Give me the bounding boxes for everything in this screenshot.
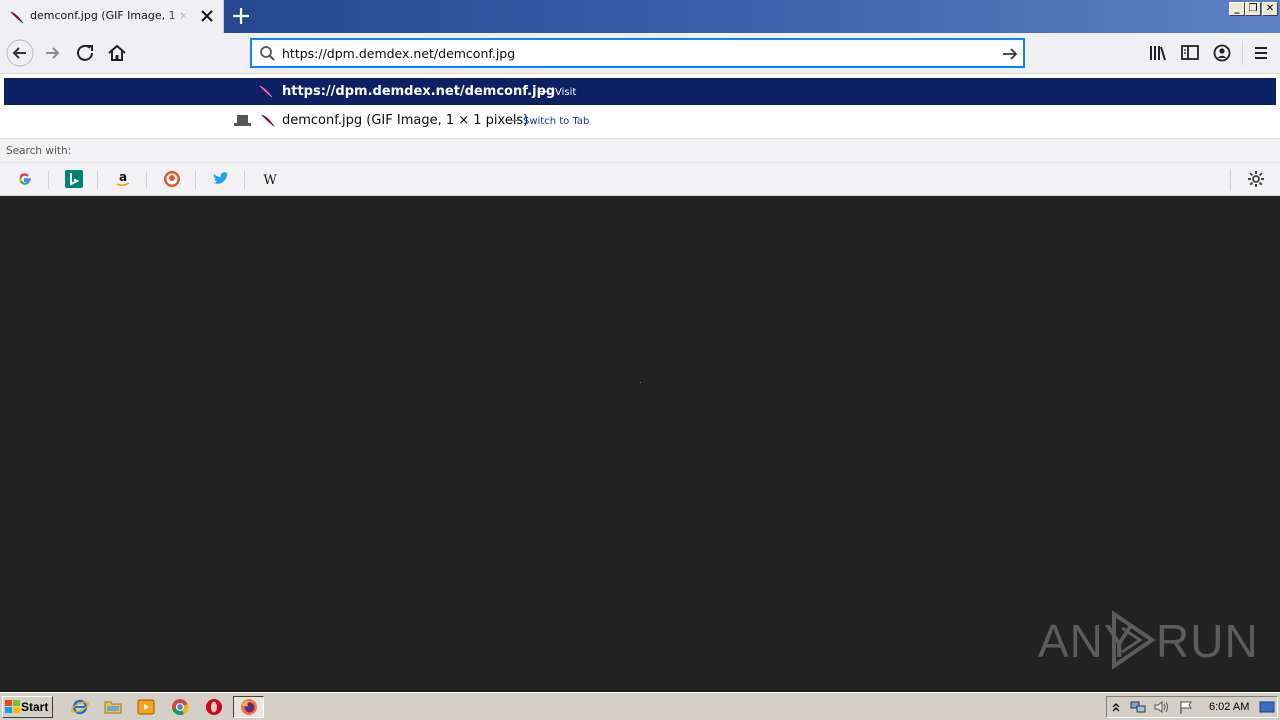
toolbar-divider xyxy=(1242,41,1243,65)
tab-title: demconf.jpg (GIF Image, 1 × 1 pixels) xyxy=(30,9,190,22)
home-button-icon[interactable] xyxy=(103,39,131,67)
engine-divider xyxy=(97,171,98,189)
twitter-icon[interactable] xyxy=(212,170,230,188)
one-pixel-image xyxy=(640,382,641,383)
feather-favicon-icon xyxy=(261,114,275,127)
navigation-toolbar: https://dpm.demdex.net/demconf.jpg xyxy=(0,33,1280,74)
autocomplete-url-text: https://dpm.demdex.net/demconf.jpg xyxy=(282,84,556,99)
search-settings-gear-icon[interactable] xyxy=(1247,170,1265,188)
anyrun-watermark: ANY RUN xyxy=(1038,610,1258,670)
minimize-button[interactable]: _ xyxy=(1229,2,1245,16)
media-player-icon[interactable] xyxy=(137,698,155,716)
tab-strip: demconf.jpg (GIF Image, 1 × 1 pixels) _ … xyxy=(0,0,1280,33)
account-icon[interactable] xyxy=(1212,43,1232,63)
action-center-flag-icon[interactable] xyxy=(1177,699,1195,715)
go-arrow-icon[interactable] xyxy=(1001,45,1019,63)
google-icon[interactable] xyxy=(16,170,34,188)
chrome-icon[interactable] xyxy=(171,698,189,716)
search-icon xyxy=(260,46,275,61)
feather-favicon-icon xyxy=(259,85,273,98)
hamburger-menu-icon[interactable] xyxy=(1252,44,1270,62)
windows-taskbar: Start 6:02 AM xyxy=(0,692,1280,720)
engine-divider xyxy=(48,171,49,189)
bing-icon[interactable] xyxy=(65,170,83,188)
back-button-icon[interactable] xyxy=(6,39,34,67)
engine-divider xyxy=(195,171,196,189)
close-tab-icon[interactable] xyxy=(199,8,215,24)
taskbar-clock[interactable]: 6:02 AM xyxy=(1209,701,1249,713)
start-button[interactable]: Start xyxy=(2,696,53,718)
search-with-bar: Search with: xyxy=(0,138,1280,162)
wikipedia-icon[interactable]: W xyxy=(261,170,279,188)
svg-text:a: a xyxy=(119,170,127,184)
show-hidden-icons-chevron-icon[interactable] xyxy=(1111,701,1121,713)
volume-icon[interactable] xyxy=(1153,699,1171,715)
reload-button-icon[interactable] xyxy=(71,39,99,67)
autocomplete-separator: — xyxy=(537,84,550,99)
engine-divider xyxy=(1230,169,1231,191)
sidebar-toggle-icon[interactable] xyxy=(1180,44,1200,62)
autocomplete-action-visit: Visit xyxy=(555,87,577,98)
engine-divider xyxy=(244,171,245,189)
opera-icon[interactable] xyxy=(205,698,223,716)
url-input[interactable]: https://dpm.demdex.net/demconf.jpg xyxy=(282,46,515,61)
autocomplete-tab-title[interactable]: demconf.jpg (GIF Image, 1 × 1 pixels) xyxy=(282,113,528,128)
duckduckgo-icon[interactable] xyxy=(163,170,181,188)
amazon-icon[interactable]: a xyxy=(114,170,132,188)
svg-text:W: W xyxy=(263,173,277,188)
autocomplete-separator: — xyxy=(507,113,520,128)
start-label: Start xyxy=(21,700,49,714)
system-tray xyxy=(1106,696,1278,718)
url-autocomplete-popup: https://dpm.demdex.net/demconf.jpg — Vis… xyxy=(0,74,1280,196)
firefox-icon xyxy=(241,699,257,715)
autocomplete-row-visit[interactable]: https://dpm.demdex.net/demconf.jpg — Vis… xyxy=(4,78,1276,105)
watermark-run-text: RUN xyxy=(1156,615,1259,667)
close-window-button[interactable]: ✕ xyxy=(1262,2,1278,16)
file-explorer-icon[interactable] xyxy=(104,698,122,716)
taskbar-firefox-active[interactable] xyxy=(233,696,264,718)
url-bar[interactable]: https://dpm.demdex.net/demconf.jpg xyxy=(250,38,1025,68)
feather-favicon-icon xyxy=(10,11,24,24)
network-icon[interactable] xyxy=(1129,699,1147,715)
tab-demconf[interactable]: demconf.jpg (GIF Image, 1 × 1 pixels) xyxy=(0,0,224,33)
library-icon[interactable] xyxy=(1148,44,1168,62)
play-logo-icon xyxy=(1112,610,1156,670)
show-desktop-icon[interactable] xyxy=(1258,699,1276,715)
windows-logo-icon xyxy=(5,700,20,713)
autocomplete-action-switch-tab[interactable]: Switch to Tab xyxy=(523,116,589,127)
restore-button[interactable]: ❐ xyxy=(1245,2,1261,16)
internet-explorer-icon[interactable] xyxy=(71,698,89,716)
one-off-search-engines: a W xyxy=(0,162,1280,196)
open-tab-indicator-icon xyxy=(234,115,251,126)
forward-button-icon[interactable] xyxy=(39,39,67,67)
search-with-label: Search with: xyxy=(6,145,72,157)
engine-divider xyxy=(146,171,147,189)
new-tab-plus-icon[interactable] xyxy=(230,5,252,27)
